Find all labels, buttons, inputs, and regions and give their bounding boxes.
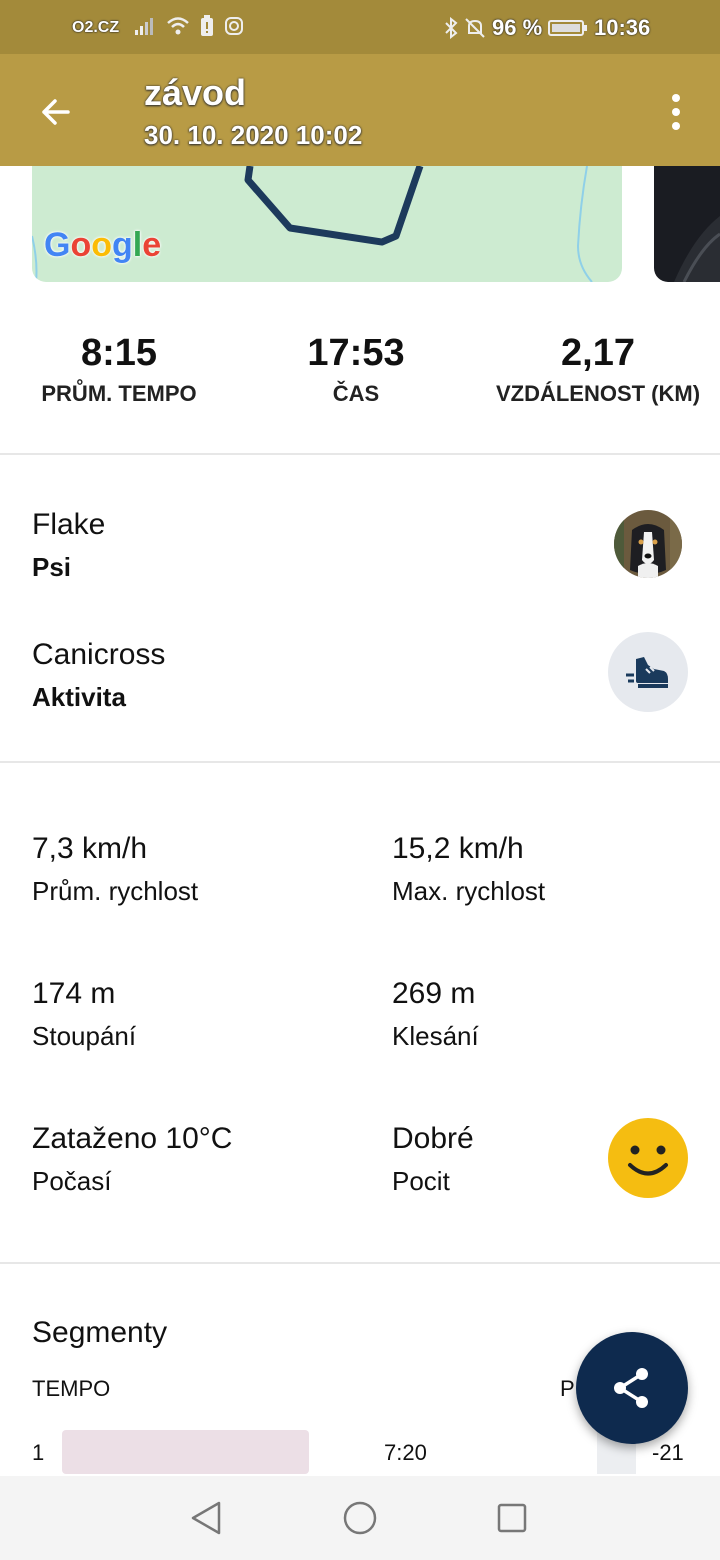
google-logo: Google [44,226,162,264]
stat-label: ČAS [332,381,380,406]
stat-time: 17:53 ČAS [256,332,456,407]
weather-value: Zataženo 10°C [32,1122,233,1155]
route-map[interactable]: Google [32,166,622,282]
dog-name: Flake [32,508,106,541]
clock: 10:36 [594,15,651,40]
status-icons-right: 96 % [444,15,588,41]
nav-recents-button[interactable] [492,1498,532,1538]
weather-label: Počasí [32,1166,112,1196]
share-icon [614,1368,648,1408]
activity-label: Aktivita [32,682,126,712]
ascent-value: 174 m [32,977,116,1010]
bluetooth-icon [445,17,458,39]
stat-value: 8:15 [80,332,158,374]
segment-index: 1 [32,1440,45,1465]
dot-icon [672,94,680,102]
avg-speed-label: Prům. rychlost [32,876,199,906]
photo-image [674,216,720,282]
instagram-icon [225,17,243,35]
stat-distance: 2,17 VZDÁLENOST (KM) [486,332,710,407]
share-button[interactable] [576,1332,688,1444]
smiley-icon [608,1118,688,1198]
divider [0,761,720,763]
descent-value: 269 m [392,977,476,1010]
photo-thumbnail[interactable] [654,166,720,282]
max-speed-label: Max. rychlost [392,876,546,906]
battery-percent: 96 % [492,15,543,40]
circle-home-icon [343,1501,377,1535]
divider [0,453,720,455]
activity-name: Canicross [32,638,166,671]
app-bar: závod 30. 10. 2020 10:02 [0,54,720,166]
dog-avatar[interactable] [614,510,682,578]
dot-icon [672,108,680,116]
system-navigation-bar [0,1476,720,1560]
stat-label: PRŮM. TEMPO [41,381,197,406]
stat-value: 2,17 [561,332,635,374]
stat-avg-tempo: 8:15 PRŮM. TEMPO [20,332,218,407]
status-icons-left [134,15,244,37]
feeling-label: Pocit [392,1166,450,1196]
back-button[interactable] [28,84,84,140]
segment-tempo-bar [62,1430,309,1474]
mute-icon [465,18,485,38]
page-title: závod [144,72,247,113]
activity-type-button[interactable] [608,632,688,712]
segment-elevation: -21 [652,1440,684,1465]
divider [0,1262,720,1264]
segments-title: Segmenty [32,1316,168,1349]
dot-icon [672,122,680,130]
dog-label: Psi [32,552,72,582]
signal-icon [135,18,153,35]
segment-time: 7:20 [384,1440,427,1465]
avg-speed-value: 7,3 km/h [32,832,148,865]
stat-label: VZDÁLENOST (KM) [495,381,701,406]
ascent-label: Stoupání [32,1021,137,1051]
nav-home-button[interactable] [340,1498,380,1538]
nav-back-button[interactable] [186,1498,226,1538]
feeling-value: Dobré [392,1122,474,1155]
carrier-label: O2.CZ [72,19,120,36]
triangle-back-icon [191,1501,221,1535]
status-bar: O2.CZ 96 % 10:36 [0,0,720,54]
overflow-menu-button[interactable] [656,88,696,136]
max-speed-value: 15,2 km/h [392,832,524,865]
battery-alert-icon [201,15,213,36]
page-subtitle: 30. 10. 2020 10:02 [144,120,363,150]
arrow-back-icon [42,99,70,125]
running-shoe-icon [626,657,668,688]
battery-icon [548,20,588,36]
dog-photo [614,510,682,578]
descent-label: Klesání [392,1021,479,1051]
segments-col-elevation: P [560,1376,575,1401]
stat-value: 17:53 [307,332,405,374]
wifi-icon [167,17,189,35]
square-recents-icon [497,1503,527,1533]
segments-col-tempo: TEMPO [32,1376,111,1401]
